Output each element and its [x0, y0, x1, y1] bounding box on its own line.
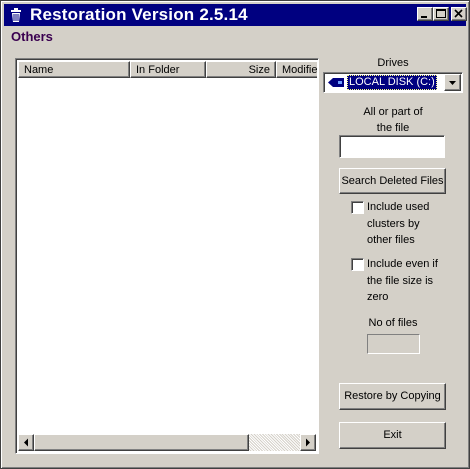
title-bar[interactable]: Restoration Version 2.5.14	[4, 4, 467, 26]
scroll-right-button[interactable]	[300, 434, 316, 451]
column-header-name[interactable]: Name	[18, 61, 130, 78]
scroll-left-button[interactable]	[18, 434, 34, 451]
drives-dropdown-button[interactable]	[444, 74, 461, 91]
list-header: Name In Folder Size Modified	[18, 61, 317, 78]
menu-others[interactable]: Others	[11, 29, 53, 44]
horizontal-scrollbar[interactable]	[18, 434, 316, 451]
drives-label: Drives	[377, 57, 409, 69]
include-used-clusters-label: Include used clusters by other files	[367, 199, 439, 249]
chevron-down-icon	[449, 81, 456, 85]
include-used-clusters-line3: other files	[367, 234, 415, 246]
include-zero-size-label: Include even if the file size is zero	[367, 256, 439, 306]
close-button[interactable]	[451, 7, 467, 21]
column-header-size[interactable]: Size	[206, 61, 276, 78]
scroll-thumb[interactable]	[34, 434, 249, 451]
column-header-in-folder[interactable]: In Folder	[130, 61, 206, 78]
include-zero-size-line3: zero	[367, 291, 389, 303]
drives-selected-value: LOCAL DISK (C:)	[347, 75, 437, 90]
file-count-label: No of files	[368, 317, 418, 329]
include-used-clusters-line1: Include used	[367, 201, 430, 213]
file-name-label: All or part of the file	[341, 104, 445, 136]
include-used-clusters-checkbox[interactable]	[351, 201, 364, 214]
restore-by-copying-button[interactable]: Restore by Copying	[339, 383, 446, 410]
include-used-clusters-line2: clusters by	[367, 217, 420, 230]
arrow-left-icon	[24, 438, 28, 447]
minimize-button[interactable]	[417, 7, 433, 21]
trash-bin-icon	[8, 7, 24, 23]
arrow-right-icon	[306, 438, 310, 447]
app-window: Restoration Version 2.5.14 Others Name I…	[0, 0, 470, 469]
include-zero-size-line1: Include even if	[367, 258, 438, 270]
include-zero-size-line2: the file size is	[367, 274, 434, 287]
search-deleted-files-button[interactable]: Search Deleted Files	[339, 168, 446, 194]
file-name-input[interactable]	[339, 135, 445, 158]
include-zero-size-checkbox[interactable]	[351, 258, 364, 271]
scroll-track[interactable]	[249, 434, 300, 451]
file-name-label-line1: All or part of	[363, 106, 423, 118]
column-header-modified[interactable]: Modified	[276, 61, 317, 78]
file-count-value	[367, 334, 420, 354]
deleted-files-list[interactable]: Name In Folder Size Modified	[15, 58, 319, 454]
minimize-icon	[421, 16, 427, 18]
disk-drive-icon	[327, 77, 345, 88]
maximize-icon	[436, 9, 446, 18]
drives-dropdown[interactable]: LOCAL DISK (C:)	[323, 72, 463, 93]
maximize-button[interactable]	[433, 7, 449, 21]
exit-button[interactable]: Exit	[339, 422, 446, 449]
window-title: Restoration Version 2.5.14	[30, 5, 248, 24]
close-icon	[454, 9, 463, 18]
file-name-label-line2: the file	[376, 122, 410, 134]
